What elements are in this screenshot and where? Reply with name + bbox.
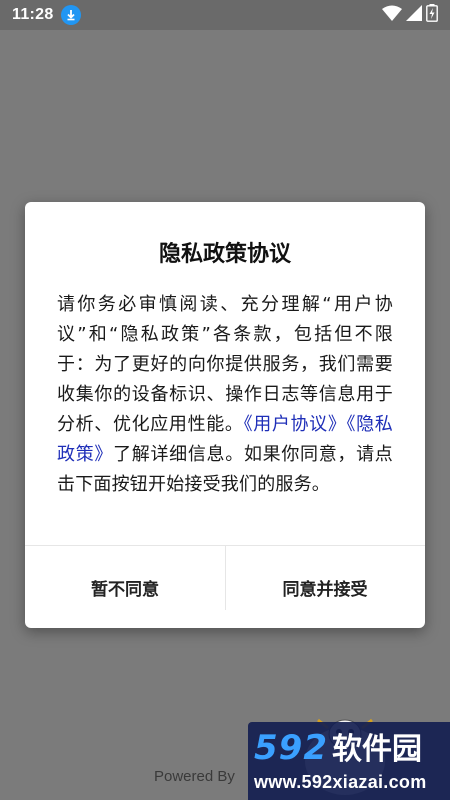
accept-button[interactable]: 同意并接受 [225, 546, 425, 628]
watermark-592: 592 软件园 www.592xiazai.com [248, 722, 450, 800]
status-icons [382, 4, 438, 26]
watermark-name: 软件园 [331, 731, 422, 767]
status-bar: 11:28 [0, 0, 450, 30]
status-time: 11:28 [12, 6, 54, 23]
powered-by-text: Powered By [154, 768, 235, 785]
watermark-number: 592 [254, 727, 328, 768]
wifi-icon [382, 5, 402, 25]
decline-button[interactable]: 暂不同意 [25, 546, 225, 628]
privacy-dialog: 隐私政策协议 请你务必审慎阅读、充分理解“用户协议”和“隐私政策”各条款，包括但… [25, 202, 425, 628]
download-icon [60, 5, 81, 25]
watermark-url: www.592xiazai.com [254, 771, 427, 792]
user-agreement-link[interactable]: 《用户协议》 [244, 414, 347, 435]
dialog-title: 隐私政策协议 [158, 242, 291, 267]
battery-charging-icon [426, 4, 438, 26]
dialog-body: 请你务必审慎阅读、充分理解“用户协议”和“隐私政策”各条款，包括但不限于：为了更… [57, 290, 393, 500]
signal-icon [406, 5, 422, 25]
